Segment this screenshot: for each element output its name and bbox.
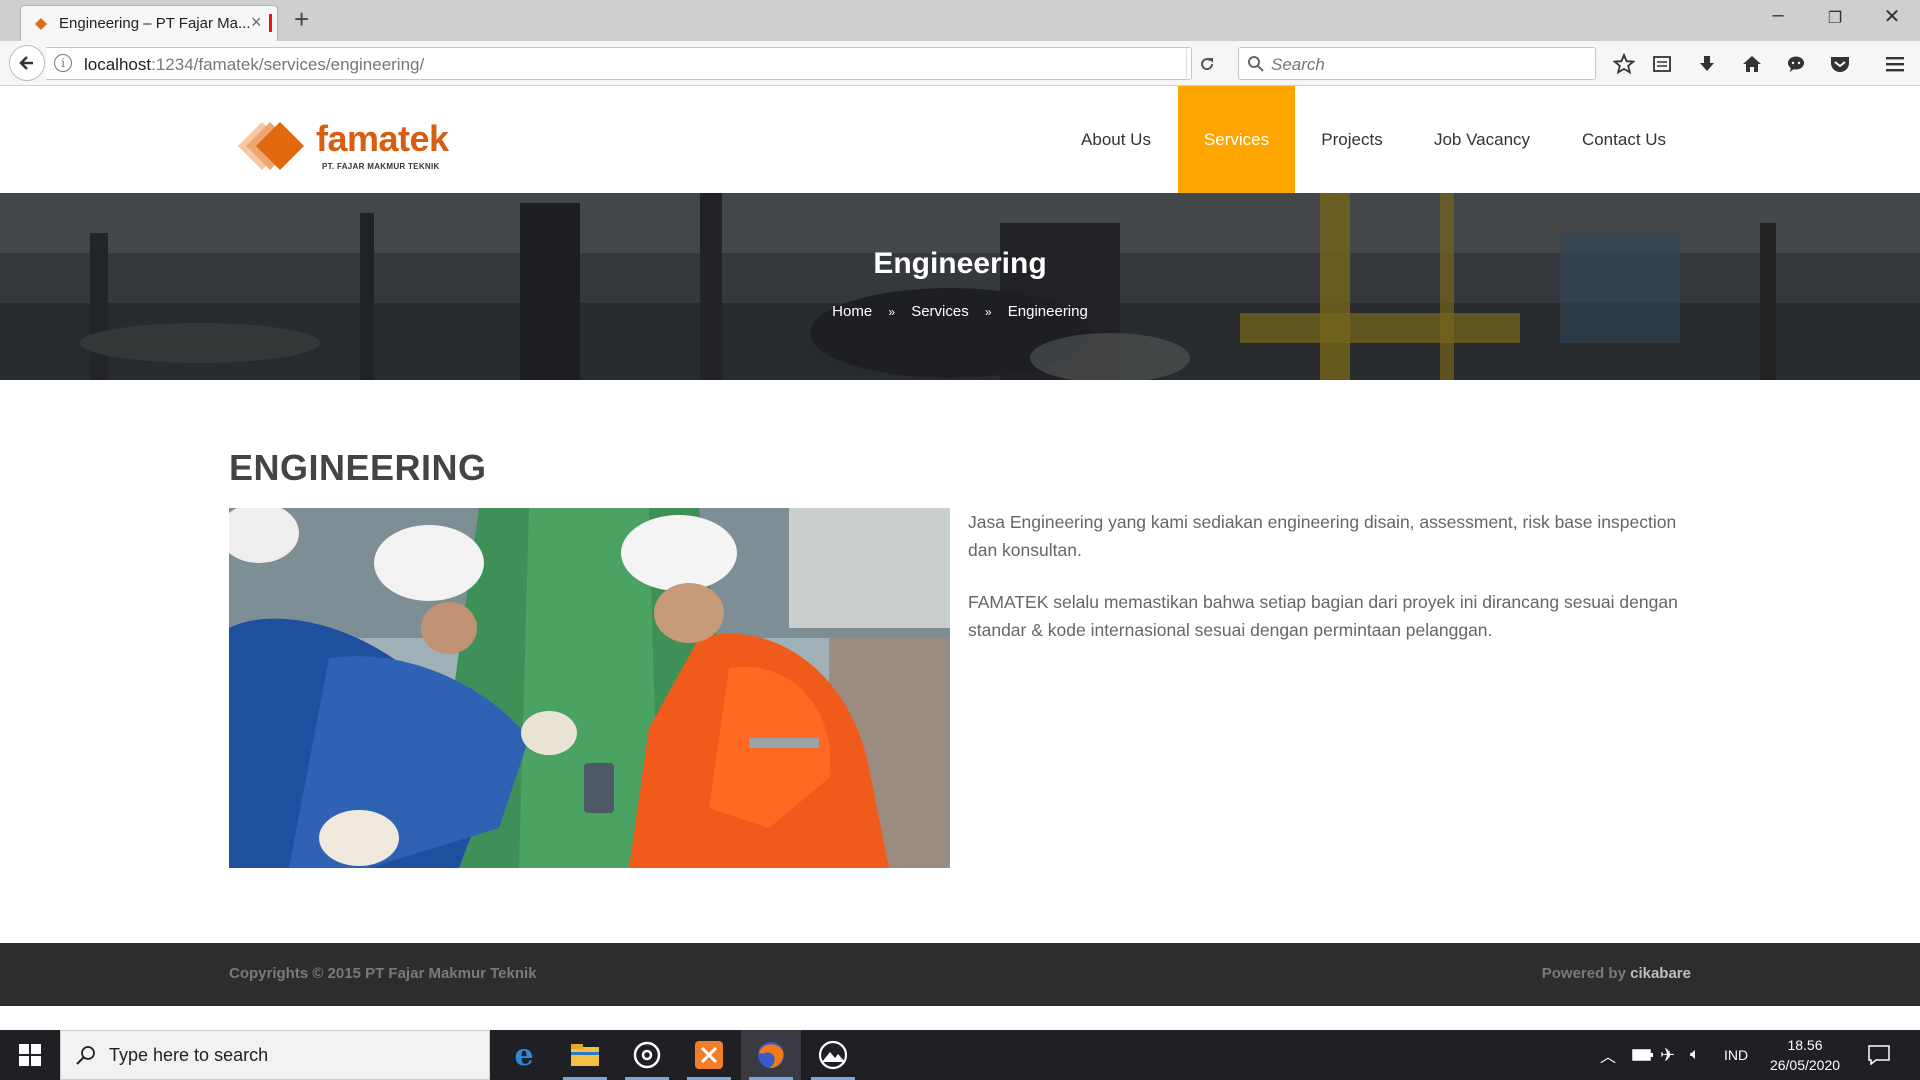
engineers-inspection-image (229, 508, 950, 868)
input-language-indicator[interactable]: IND (1724, 1030, 1748, 1080)
logo-subtitle: PT. FAJAR MAKMUR TEKNIK (322, 162, 440, 171)
system-clock[interactable]: 18.56 26/05/2020 (1760, 1035, 1850, 1075)
notification-center-icon (1868, 1045, 1890, 1065)
powered-by-brand-link[interactable]: cikabare (1630, 965, 1691, 982)
chat-bubble-icon (1788, 56, 1804, 72)
breadcrumb-home[interactable]: Home (832, 303, 872, 320)
menu-item-job-vacancy[interactable]: Job Vacancy (1418, 86, 1546, 193)
taskbar-search-placeholder: Type here to search (109, 1045, 269, 1065)
breadcrumb-services[interactable]: Services (911, 303, 969, 320)
minimize-button[interactable]: – (1758, 4, 1798, 27)
taskbar-edge[interactable]: e (494, 1030, 554, 1080)
tab-title: Engineering – PT Fajar Ma... (59, 15, 251, 32)
search-icon (1248, 56, 1264, 72)
airplane-mode-icon[interactable]: ✈ (1660, 1030, 1675, 1080)
start-button[interactable] (0, 1030, 60, 1080)
reload-icon (1201, 58, 1214, 71)
taskbar-media-app[interactable] (617, 1030, 677, 1080)
firefox-icon (758, 1042, 784, 1069)
windows-logo-icon (19, 1044, 41, 1066)
battery-icon[interactable] (1632, 1030, 1654, 1080)
volume-icon[interactable]: 🔈︎ (1690, 1030, 1700, 1080)
browser-search-field[interactable]: Search (1238, 47, 1596, 80)
edge-icon: e (514, 1037, 534, 1073)
taskbar-file-explorer[interactable] (555, 1030, 615, 1080)
taskbar-search-icon (76, 1046, 95, 1065)
logo-diamond-icon (238, 122, 304, 170)
disc-icon (633, 1041, 661, 1069)
downloads-button[interactable] (1692, 49, 1722, 79)
menu-item-services[interactable]: Services (1178, 86, 1295, 193)
section-heading: ENGINEERING (229, 447, 487, 488)
folder-icon (571, 1044, 599, 1066)
menu-item-about-us[interactable]: About Us (1060, 86, 1172, 193)
site-header: famatek PT. FAJAR MAKMUR TEKNIK About Us… (0, 86, 1920, 193)
reading-list-icon (1653, 56, 1671, 72)
content-paragraph: FAMATEK selalu memastikan bahwa setiap b… (968, 592, 1678, 640)
menu-button[interactable] (1880, 49, 1910, 79)
back-button[interactable] (9, 45, 45, 81)
breadcrumb: Home » Services » Engineering (0, 303, 1920, 320)
footer-powered-by: Powered by cikabare (1542, 965, 1691, 982)
back-arrow-icon (19, 56, 33, 70)
hero-overlay (0, 193, 1920, 380)
chat-button[interactable] (1781, 49, 1811, 79)
pocket-button[interactable] (1825, 49, 1855, 79)
url-separator (1186, 48, 1187, 78)
close-window-button[interactable]: ✕ (1872, 4, 1912, 29)
restore-button[interactable]: ❐ (1815, 8, 1855, 28)
taskbar-search-box[interactable]: Type here to search (60, 1030, 490, 1080)
site-footer: Copyrights © 2015 PT Fajar Makmur Teknik… (0, 943, 1920, 1006)
notifications-button[interactable] (1868, 1030, 1890, 1080)
breadcrumb-separator: » (984, 305, 992, 319)
page-bottom-space (0, 1006, 1920, 1030)
pocket-icon (1831, 57, 1849, 72)
url-text[interactable]: localhost:1234/famatek/services/engineer… (84, 55, 424, 75)
powered-by-prefix: Powered by (1541, 965, 1626, 982)
tray-overflow-button[interactable]: ︿ (1600, 1030, 1616, 1080)
menu-item-projects[interactable]: Projects (1300, 86, 1404, 193)
breadcrumb-current: Engineering (1007, 303, 1088, 320)
star-icon (1613, 53, 1635, 75)
windows-taskbar: Type here to search e ︿ ✈ 🔈︎ IND 18.56 2… (0, 1030, 1920, 1080)
reader-list-button[interactable] (1647, 49, 1677, 79)
breadcrumb-separator: » (888, 305, 896, 319)
taskbar-firefox[interactable] (741, 1030, 801, 1080)
footer-copyright: Copyrights © 2015 PT Fajar Makmur Teknik (229, 965, 537, 982)
clock-date: 26/05/2020 (1769, 1057, 1841, 1073)
tab-close-icon[interactable]: × (251, 12, 262, 33)
address-bar[interactable]: i localhost:1234/famatek/services/engine… (46, 47, 1192, 80)
browser-tab[interactable]: Engineering – PT Fajar Ma... × (20, 5, 278, 41)
site-info-icon[interactable]: i (54, 54, 72, 72)
site-favicon-icon (35, 18, 47, 30)
menu-item-contact-us[interactable]: Contact Us (1562, 86, 1686, 193)
hamburger-menu-icon (1886, 57, 1904, 72)
page-title: Engineering (873, 247, 1047, 280)
content-paragraph: Jasa Engineering yang kami sediakan engi… (968, 512, 1677, 560)
reload-button[interactable] (1192, 49, 1222, 79)
clock-time: 18.56 (1787, 1037, 1823, 1053)
engineering-photo (229, 508, 950, 868)
home-icon (1743, 56, 1761, 72)
chevron-up-icon: ︿ (1600, 1049, 1617, 1066)
taskbar-photos[interactable] (803, 1030, 863, 1080)
taskbar-xampp[interactable] (679, 1030, 739, 1080)
home-button[interactable] (1737, 49, 1767, 79)
new-tab-button[interactable]: + (294, 4, 309, 35)
download-arrow-icon (1700, 56, 1714, 71)
site-logo[interactable]: famatek PT. FAJAR MAKMUR TEKNIK (234, 116, 454, 176)
bookmark-star-button[interactable] (1609, 49, 1639, 79)
logo-wordmark: famatek (316, 118, 449, 159)
battery-icon-shape (1632, 1049, 1653, 1061)
page-hero-banner: Engineering Home » Services » Engineerin… (0, 193, 1920, 380)
xampp-icon (695, 1041, 723, 1069)
tab-loading-indicator (269, 14, 272, 32)
search-placeholder: Search (1271, 55, 1325, 74)
mountain-photo-icon (818, 1040, 848, 1070)
browser-tab-strip: Engineering – PT Fajar Ma... × + – ❐ ✕ (0, 0, 1920, 41)
